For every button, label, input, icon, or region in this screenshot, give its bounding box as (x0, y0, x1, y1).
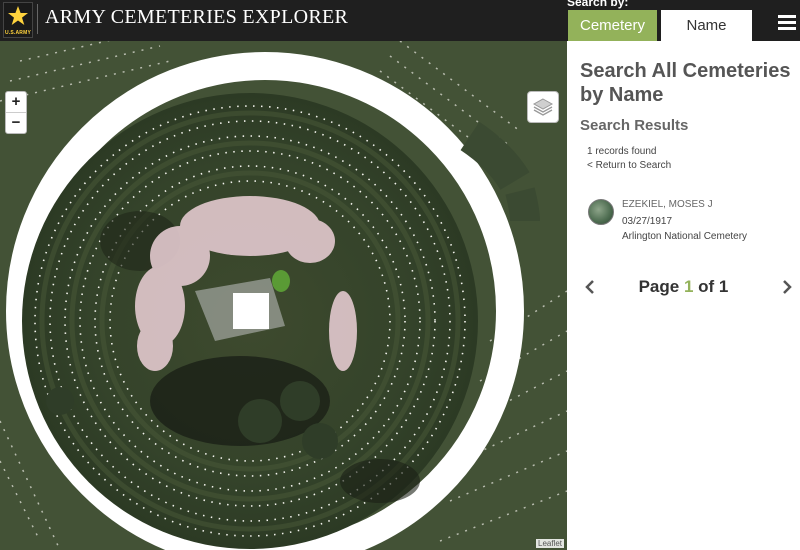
page-indicator: Page 1 of 1 (567, 277, 800, 297)
tab-cemetery[interactable]: Cemetery (568, 10, 657, 41)
army-logo[interactable]: U.S.ARMY (3, 2, 33, 38)
result-thumbnail[interactable] (588, 199, 614, 225)
total-pages: 1 (718, 277, 729, 296)
chevron-right-icon[interactable] (780, 278, 794, 296)
zoom-out-button[interactable]: − (6, 113, 26, 133)
pagination: Page 1 of 1 (567, 277, 800, 299)
logo-text: U.S.ARMY (4, 30, 32, 36)
app-header: U.S.ARMY ARMY CEMETERIES EXPLORER Search… (0, 0, 800, 41)
map-view[interactable]: + − (0, 41, 567, 550)
result-cemetery: Arlington National Cemetery (622, 231, 748, 242)
map-attribution[interactable]: Leaflet (536, 539, 565, 548)
current-page: 1 (683, 277, 694, 296)
return-to-search-link[interactable]: < Return to Search (587, 160, 671, 171)
search-results-heading: Search Results (580, 117, 689, 134)
panel-title: Search All Cemeteries by Name (580, 60, 791, 106)
header-divider (37, 4, 38, 34)
search-by-label: Search by: (567, 0, 629, 9)
zoom-control: + − (5, 91, 27, 134)
layers-icon (532, 98, 554, 116)
app-title[interactable]: ARMY CEMETERIES EXPLORER (45, 6, 348, 29)
aerial-map-imagery (0, 41, 567, 550)
page-separator: of (693, 277, 719, 296)
result-date: 03/27/1917 (622, 216, 673, 227)
search-panel: Search All Cemeteries by Name Search Res… (567, 41, 800, 550)
zoom-in-button[interactable]: + (6, 92, 26, 113)
page-prefix: Page (638, 277, 684, 296)
tab-name[interactable]: Name (661, 10, 752, 41)
layers-button[interactable] (527, 91, 559, 123)
records-found-count: 1 records found (587, 146, 657, 157)
result-name[interactable]: EZEKIEL, MOSES J (622, 199, 713, 210)
star-icon (8, 6, 28, 25)
hamburger-menu-icon[interactable] (778, 15, 796, 31)
